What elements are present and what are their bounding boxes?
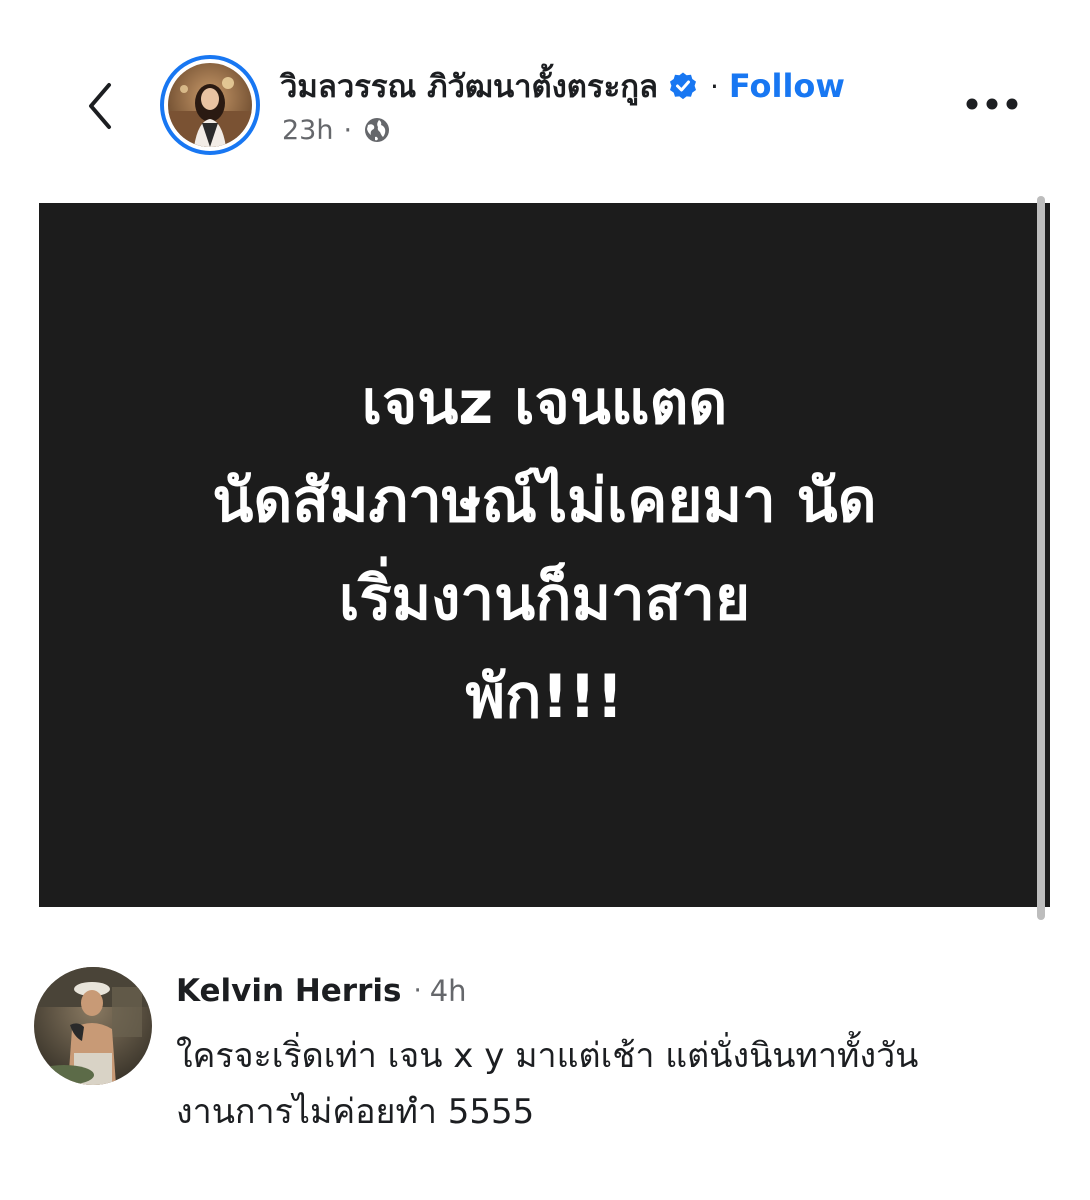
post-text-line: พัก!!! [465, 662, 624, 732]
more-options-icon [966, 98, 1018, 110]
verified-badge-icon [668, 71, 698, 101]
commenter-name[interactable]: Kelvin Herris [176, 973, 401, 1009]
author-name[interactable]: วิมลวรรณ ภิวัฒนาตั้งตระกูล [280, 61, 658, 111]
post-meta: 23h · [282, 110, 392, 150]
post-image[interactable]: เจนz เจนแตด นัดสัมภาษณ์ไม่เคยมา นัด เริ่… [39, 203, 1050, 907]
author-name-row: วิมลวรรณ ภิวัฒนาตั้งตระกูล · Follow [280, 60, 845, 112]
globe-icon[interactable] [362, 115, 392, 145]
follow-button[interactable]: Follow [729, 67, 845, 105]
comment-header: Kelvin Herris · 4h [176, 968, 467, 1014]
scrollbar-thumb[interactable] [1037, 196, 1045, 920]
comment-text: ใครจะเริ่ดเท่า เจน x y มาแต่เช้า แต่นั่ง… [176, 1028, 1066, 1140]
more-options-button[interactable] [962, 84, 1022, 124]
meta-separator: · [343, 114, 353, 146]
chevron-left-icon [89, 83, 111, 129]
comment-separator: · [413, 976, 422, 1006]
comment-text-line: ใครจะเริ่ดเท่า เจน x y มาแต่เช้า แต่นั่ง… [176, 1036, 919, 1076]
post-text-line: นัดสัมภาษณ์ไม่เคยมา นัด [212, 466, 877, 536]
post-timestamp[interactable]: 23h [282, 115, 333, 146]
comment-text-line: งานการไม่ค่อยทำ 5555 [176, 1092, 535, 1132]
post-text-line: เจนz เจนแตด [361, 368, 728, 438]
commenter-avatar[interactable] [34, 967, 152, 1085]
author-avatar[interactable] [160, 55, 260, 155]
author-avatar-image [168, 63, 252, 147]
comment-timestamp: 4h [429, 974, 467, 1008]
back-button[interactable] [78, 78, 122, 134]
post-text-line: เริ่มงานก็มาสาย [338, 564, 751, 634]
name-separator: · [710, 69, 719, 103]
post-image-text: เจนz เจนแตด นัดสัมภาษณ์ไม่เคยมา นัด เริ่… [212, 354, 876, 746]
